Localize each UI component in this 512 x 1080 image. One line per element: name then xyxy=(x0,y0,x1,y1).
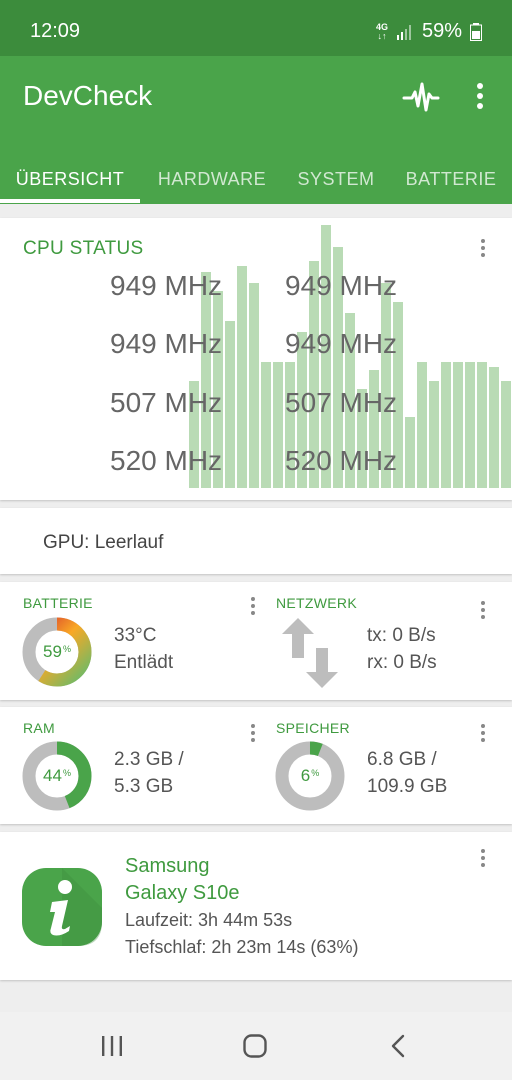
cpu-core-6-freq: 520 MHz xyxy=(110,445,223,476)
status-bar: 12:09 4G ↓↑ 59% xyxy=(0,0,512,56)
battery-temperature: 33°C xyxy=(114,625,157,646)
ram-gauge: 44% xyxy=(22,741,92,811)
cpu-more-icon[interactable] xyxy=(473,237,493,259)
network-tile[interactable]: NETZWERK tx: 0 B/s rx: 0 B/s xyxy=(256,582,512,700)
tab-hardware[interactable]: HARDWARE xyxy=(142,154,282,204)
tab-indicator xyxy=(0,199,140,203)
storage-tile[interactable]: SPEICHER 6% 6.8 GB / 109.9 GB xyxy=(256,707,512,824)
cpu-bar xyxy=(489,367,499,488)
cpu-core-7-freq: 520 MHz xyxy=(285,445,398,476)
ram-storage-card: RAM 44% 2.3 GB / 5.3 GB SPEICHER 6% 6.8 … xyxy=(0,707,512,824)
cpu-core-1-freq: 949 MHz xyxy=(285,270,398,301)
app-title: DevCheck xyxy=(23,80,153,111)
cpu-bar xyxy=(273,361,283,488)
signal-icon xyxy=(396,24,411,40)
status-time: 12:09 xyxy=(30,20,81,42)
ram-info: 2.3 GB / 5.3 GB xyxy=(114,746,184,800)
home-icon[interactable] xyxy=(243,1034,267,1058)
cpu-bar xyxy=(225,320,235,488)
storage-total: 109.9 GB xyxy=(367,776,448,797)
gpu-status-text: GPU: Leerlauf xyxy=(43,532,164,553)
cpu-core-2-freq: 949 MHz xyxy=(110,328,223,359)
tab-system[interactable]: SYSTEM xyxy=(284,154,388,204)
cpu-bar xyxy=(405,416,415,488)
storage-gauge-label: 6% xyxy=(275,741,345,811)
device-card[interactable]: Samsung Galaxy S10e Laufzeit: 3h 44m 53s… xyxy=(0,832,512,980)
status-icons: 4G ↓↑ 59% xyxy=(376,20,482,43)
tab-battery[interactable]: BATTERIE xyxy=(392,154,510,204)
device-model: Galaxy S10e xyxy=(125,882,240,904)
network-rx: rx: 0 B/s xyxy=(367,652,437,673)
battery-gauge: 59% xyxy=(22,617,92,687)
battery-icon xyxy=(470,22,482,41)
cpu-bar xyxy=(429,381,439,488)
device-uptime: Laufzeit: 3h 44m 53s xyxy=(125,910,293,930)
network-tile-title: NETZWERK xyxy=(276,595,357,611)
storage-info: 6.8 GB / 109.9 GB xyxy=(367,746,447,800)
network-info: tx: 0 B/s rx: 0 B/s xyxy=(367,622,437,676)
pulse-icon[interactable] xyxy=(402,80,440,114)
network-type-label: 4G xyxy=(375,21,388,32)
device-brand: Samsung xyxy=(125,855,210,877)
battery-gauge-percent: 59 xyxy=(43,642,62,661)
device-more-icon[interactable] xyxy=(473,847,493,869)
cpu-core-3-freq: 949 MHz xyxy=(285,328,398,359)
tab-overview[interactable]: ÜBERSICHT xyxy=(0,154,140,204)
cpu-bar xyxy=(501,381,511,488)
battery-tile-title: BATTERIE xyxy=(23,595,93,611)
network-tx: tx: 0 B/s xyxy=(367,625,436,646)
storage-more-icon[interactable] xyxy=(473,722,493,744)
network-type-icon: 4G ↓↑ xyxy=(375,21,388,41)
ram-used: 2.3 GB / xyxy=(114,749,184,770)
cpu-bar xyxy=(249,282,259,488)
storage-gauge-unit: % xyxy=(311,768,320,778)
device-info-icon xyxy=(22,868,102,946)
cpu-core-5-freq: 507 MHz xyxy=(285,387,398,418)
battery-gauge-unit: % xyxy=(62,644,71,654)
battery-info: 33°C Entlädt xyxy=(114,622,173,676)
battery-tile[interactable]: BATTERIE 59% 33°C Entlädt xyxy=(0,582,256,700)
storage-tile-title: SPEICHER xyxy=(276,720,350,736)
cpu-bar xyxy=(237,266,247,488)
cpu-core-0-freq: 949 MHz xyxy=(110,270,223,301)
system-nav-bar xyxy=(0,1012,512,1080)
ram-gauge-unit: % xyxy=(62,768,71,778)
tab-bar: ÜBERSICHT HARDWARE SYSTEM BATTERIE xyxy=(0,154,512,204)
cpu-bar xyxy=(441,361,451,488)
cpu-bar xyxy=(477,361,487,488)
device-deep-sleep: Tiefschlaf: 2h 23m 14s (63%) xyxy=(125,937,359,957)
cpu-status-card[interactable]: CPU STATUS 949 MHz 949 MHz 949 MHz 949 M… xyxy=(0,218,512,500)
network-more-icon[interactable] xyxy=(473,599,493,621)
battery-state: Entlädt xyxy=(114,652,174,673)
gpu-card[interactable]: GPU: Leerlauf xyxy=(0,508,512,574)
cpu-bar xyxy=(417,361,427,488)
ram-gauge-label: 44% xyxy=(22,741,92,811)
cpu-card-title: CPU STATUS xyxy=(23,238,144,259)
battery-gauge-label: 59% xyxy=(22,617,92,687)
recents-icon[interactable] xyxy=(100,1035,124,1057)
cpu-bar xyxy=(261,361,271,488)
cpu-bar xyxy=(465,361,475,488)
cpu-core-4-freq: 507 MHz xyxy=(110,387,223,418)
app-bar: DevCheck ÜBERSICHT HARDWARE SYSTEM BATTE… xyxy=(0,56,512,204)
back-icon[interactable] xyxy=(390,1034,406,1058)
ram-total: 5.3 GB xyxy=(114,776,174,797)
battery-network-card: BATTERIE 59% 33°C Entlädt NETZWERK tx: 0… xyxy=(0,582,512,700)
storage-gauge-percent: 6 xyxy=(300,766,311,785)
network-transfer-icon xyxy=(282,618,338,688)
storage-gauge: 6% xyxy=(275,741,345,811)
more-vert-icon[interactable] xyxy=(468,80,492,114)
battery-percent-text: 59% xyxy=(421,20,462,42)
ram-tile[interactable]: RAM 44% 2.3 GB / 5.3 GB xyxy=(0,707,256,824)
cpu-bar xyxy=(453,361,463,488)
ram-gauge-percent: 44 xyxy=(43,766,62,785)
storage-used: 6.8 GB / xyxy=(367,749,437,770)
ram-tile-title: RAM xyxy=(23,720,56,736)
